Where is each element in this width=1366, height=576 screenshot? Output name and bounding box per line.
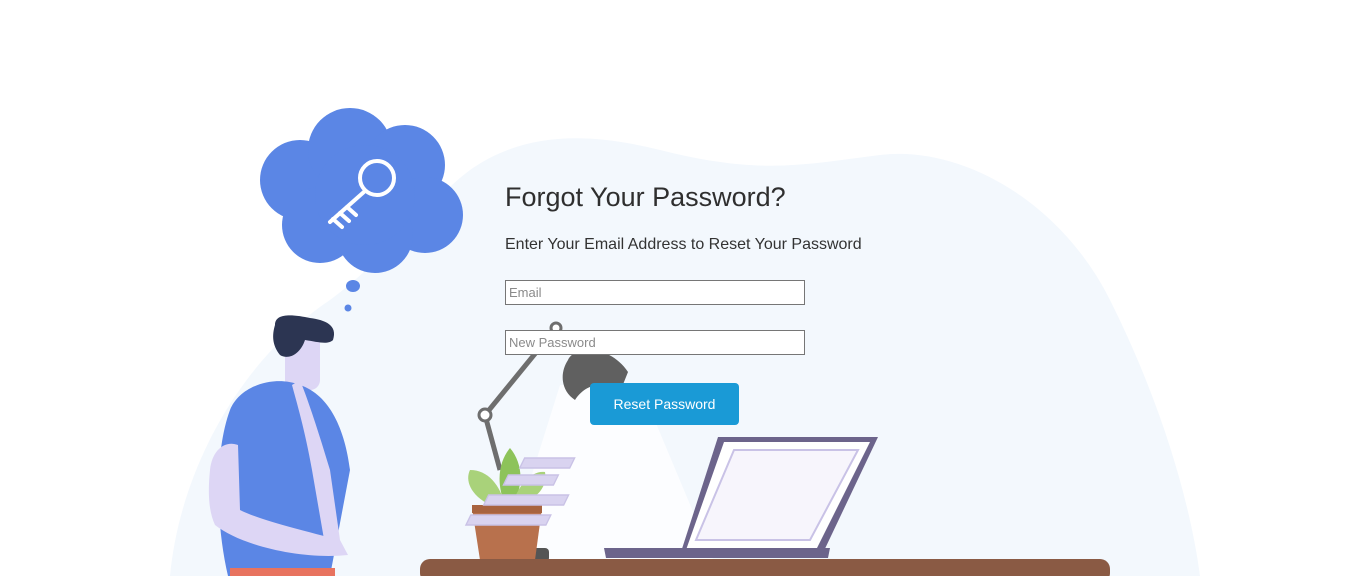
- page-subtitle: Enter Your Email Address to Reset Your P…: [505, 236, 862, 253]
- page-title: Forgot Your Password?: [505, 182, 786, 212]
- reset-password-button[interactable]: Reset Password: [590, 383, 739, 425]
- reset-form: Forgot Your Password? Enter Your Email A…: [505, 180, 925, 425]
- new-password-input[interactable]: [505, 330, 805, 355]
- email-input[interactable]: [505, 280, 805, 305]
- desk: [420, 559, 1110, 576]
